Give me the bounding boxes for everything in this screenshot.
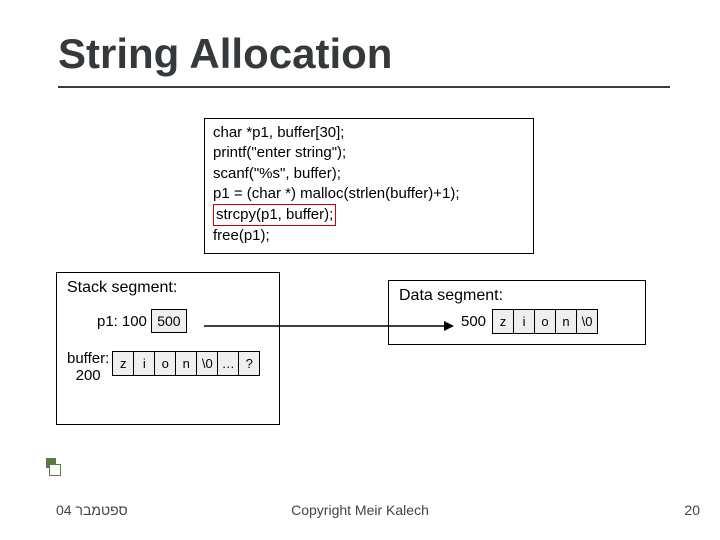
stack-title: Stack segment: (67, 279, 269, 297)
cell: o (534, 309, 556, 334)
buffer-label-bottom: 200 (76, 367, 101, 384)
p1-row: p1: 100 500 (97, 309, 269, 333)
cell: o (154, 351, 176, 376)
title-underline (58, 86, 670, 88)
cell: i (133, 351, 155, 376)
data-addr: 500 (461, 313, 486, 330)
slide: String Allocation char *p1, buffer[30]; … (0, 0, 720, 540)
code-line: printf("enter string"); (213, 143, 525, 163)
cell: ? (238, 351, 260, 376)
cell: \0 (196, 351, 218, 376)
data-title: Data segment: (399, 287, 635, 305)
cell: n (175, 351, 197, 376)
data-segment-box: Data segment: 500 z i o n \0 (388, 280, 646, 345)
buffer-label-top: buffer: (67, 350, 109, 367)
code-box: char *p1, buffer[30]; printf("enter stri… (204, 118, 534, 254)
cell: … (217, 351, 239, 376)
buffer-cells: z i o n \0 … ? (112, 351, 259, 376)
footer-copyright: Copyright Meir Kalech (0, 502, 720, 518)
code-line: p1 = (char *) malloc(strlen(buffer)+1); (213, 184, 525, 204)
data-cells: z i o n \0 (492, 309, 597, 334)
code-line: scanf("%s", buffer); (213, 164, 525, 184)
page-number: 20 (684, 502, 700, 518)
p1-addr: 100 (122, 313, 147, 330)
corner-decor-icon (46, 458, 62, 478)
page-title: String Allocation (58, 30, 670, 78)
cell: \0 (576, 309, 598, 334)
buffer-label: buffer: 200 (67, 351, 109, 384)
p1-label: p1: (97, 313, 118, 330)
code-line: char *p1, buffer[30]; (213, 123, 525, 143)
cell: z (112, 351, 134, 376)
buffer-row: buffer: 200 z i o n \0 … ? (67, 351, 269, 384)
p1-value-cell: 500 (151, 309, 187, 333)
stack-segment-box: Stack segment: p1: 100 500 buffer: 200 z… (56, 272, 280, 425)
code-line: free(p1); (213, 226, 525, 246)
cell: n (555, 309, 577, 334)
data-row: 500 z i o n \0 (461, 309, 635, 334)
cell: z (492, 309, 514, 334)
code-line-highlight: strcpy(p1, buffer); (213, 204, 336, 226)
cell: i (513, 309, 535, 334)
